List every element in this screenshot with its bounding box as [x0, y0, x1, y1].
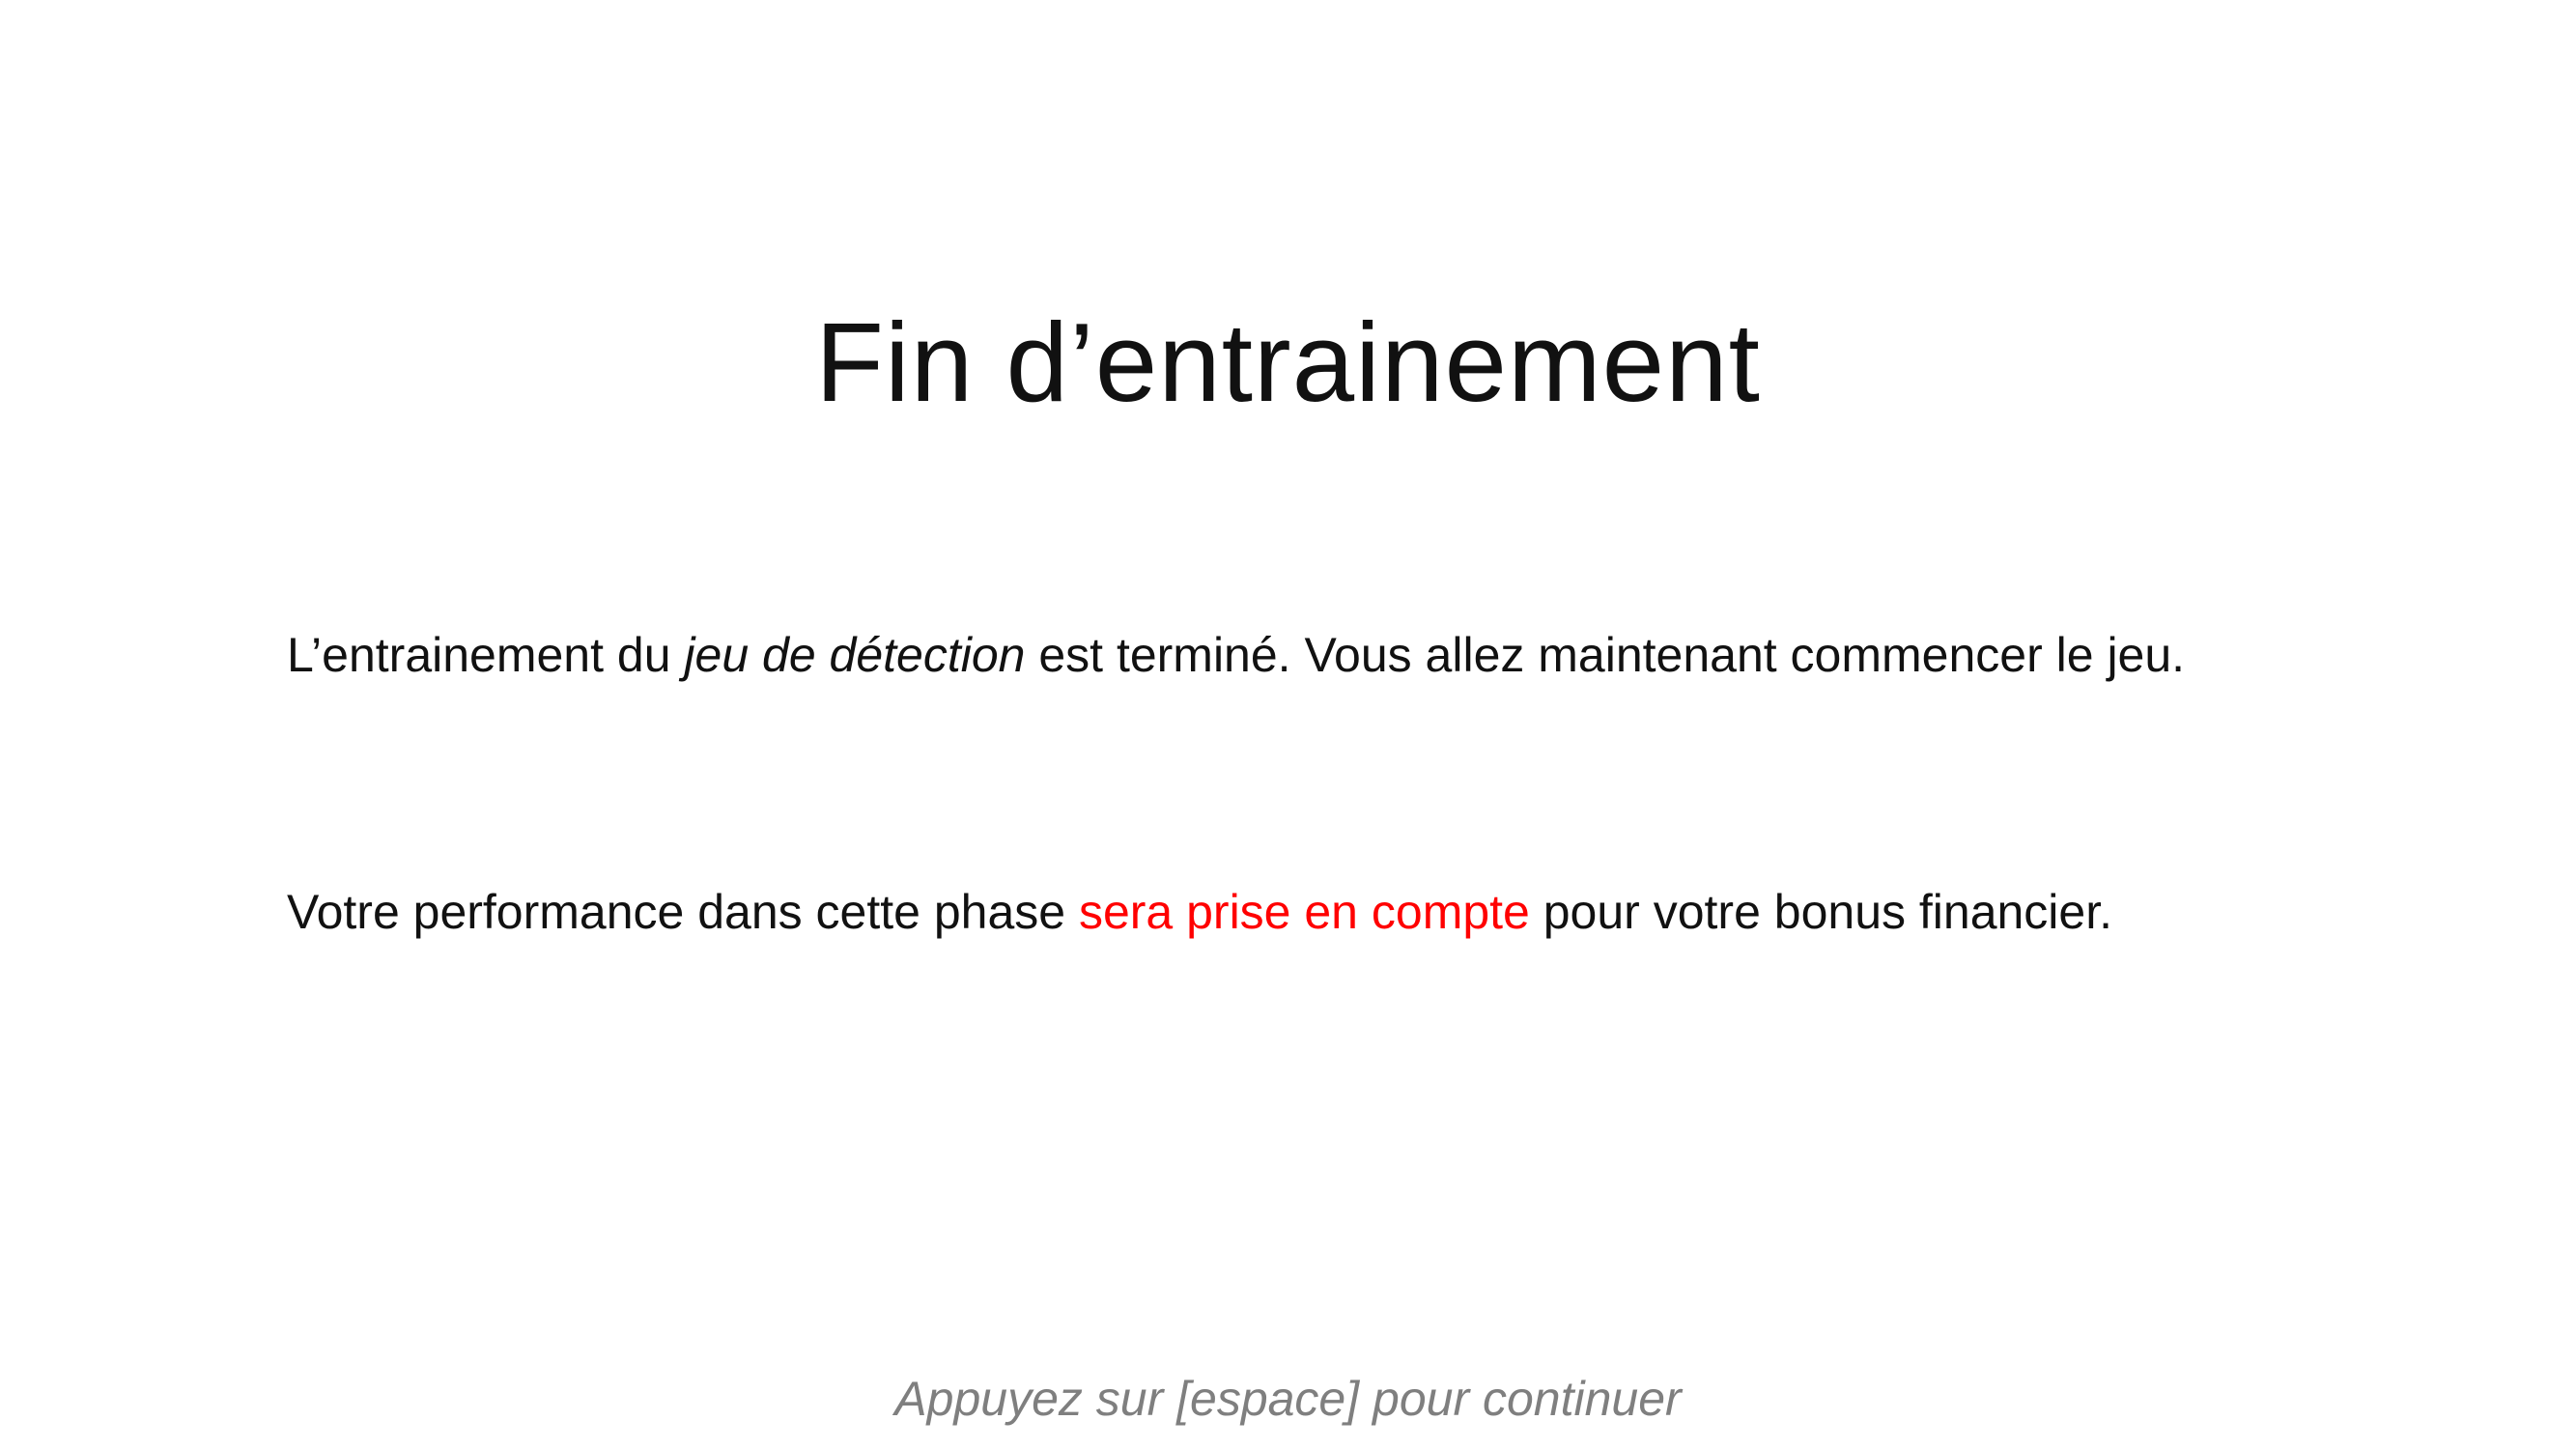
- paragraph2-suffix: pour votre bonus financier.: [1529, 885, 2113, 939]
- paragraph2-prefix: Votre performance dans cette phase: [287, 885, 1079, 939]
- paragraph1-prefix: L’entrainement du: [287, 628, 685, 682]
- training-complete-text: L’entrainement du jeu de détection est t…: [287, 626, 2412, 684]
- paragraph1-suffix: est terminé. Vous allez maintenant comme…: [1025, 628, 2186, 682]
- continue-prompt[interactable]: Appuyez sur [espace] pour continuer: [0, 1370, 2576, 1428]
- instruction-slide: Fin d’entrainement L’entrainement du jeu…: [0, 0, 2576, 1449]
- bonus-highlight-text: sera prise en compte: [1078, 885, 1530, 939]
- game-name-italic: jeu de détection: [684, 628, 1026, 682]
- slide-title: Fin d’entrainement: [815, 299, 1761, 425]
- bonus-info-text: Votre performance dans cette phase sera …: [287, 883, 2412, 941]
